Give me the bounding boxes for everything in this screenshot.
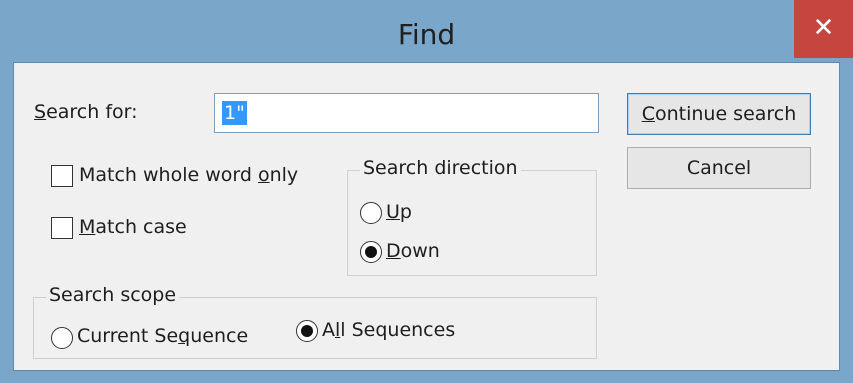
match-whole-word-checkbox[interactable]	[51, 165, 73, 187]
search-for-label: Search for:	[34, 101, 138, 123]
search-input[interactable]: 1"	[214, 93, 599, 133]
radio-selected-dot	[301, 325, 313, 337]
find-dialog: Find ✕ Search for: 1" Continue search Ca…	[0, 0, 853, 383]
scope-current-sequence-radio[interactable]	[51, 327, 73, 349]
close-button[interactable]: ✕	[794, 0, 853, 58]
direction-down-radio[interactable]	[360, 241, 382, 263]
search-input-value: 1"	[222, 101, 247, 125]
cancel-button[interactable]: Cancel	[627, 147, 811, 189]
scope-all-sequences-label[interactable]: All Sequences	[322, 319, 455, 341]
continue-search-button[interactable]: Continue search	[627, 93, 811, 135]
match-whole-word-label[interactable]: Match whole word only	[79, 164, 298, 186]
direction-up-label[interactable]: Up	[386, 201, 412, 223]
dialog-body: Search for: 1" Continue search Cancel Ma…	[13, 62, 840, 371]
scope-current-sequence-label[interactable]: Current Sequence	[77, 325, 248, 347]
window-title: Find	[397, 18, 456, 51]
search-scope-legend: Search scope	[46, 284, 180, 306]
direction-down-label[interactable]: Down	[386, 240, 440, 262]
radio-selected-dot	[365, 246, 377, 258]
search-direction-legend: Search direction	[360, 157, 521, 179]
match-case-label[interactable]: Match case	[79, 216, 187, 238]
direction-up-radio[interactable]	[360, 202, 382, 224]
search-direction-group	[347, 170, 597, 276]
match-case-checkbox[interactable]	[51, 217, 73, 239]
scope-all-sequences-radio[interactable]	[296, 320, 318, 342]
close-icon: ✕	[812, 13, 835, 43]
